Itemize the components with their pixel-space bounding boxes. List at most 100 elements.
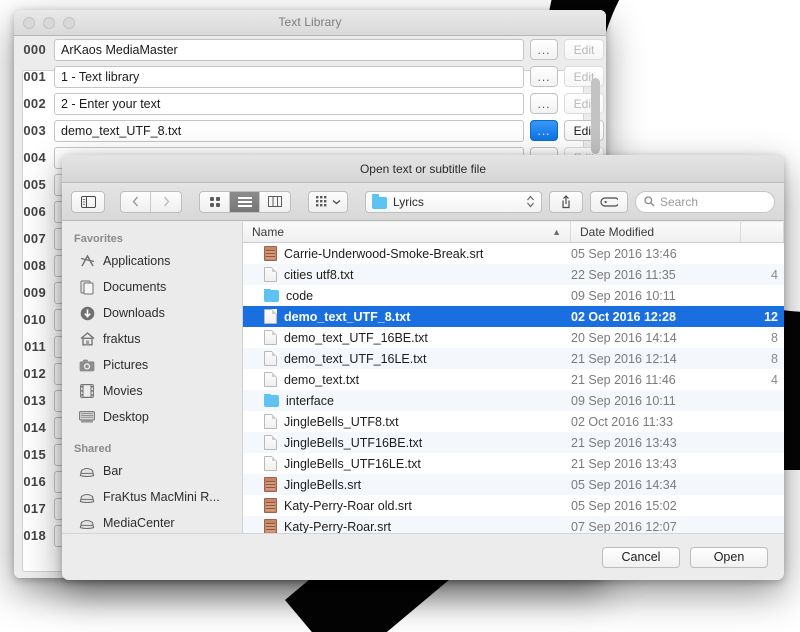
open-dialog-titlebar[interactable]: Open text or subtitle file xyxy=(62,155,784,183)
search-placeholder: Search xyxy=(660,194,699,209)
browse-button[interactable]: ... xyxy=(530,39,558,60)
row-index: 010 xyxy=(23,312,46,327)
sidebar-item-pictures[interactable]: Pictures xyxy=(62,352,242,378)
file-list-row[interactable]: demo_text_UTF_8.txt 02 Oct 2016 12:28 12 xyxy=(243,306,784,327)
file-date-cell: 20 Sep 2016 14:14 xyxy=(571,330,677,345)
file-date-cell: 21 Sep 2016 13:43 xyxy=(571,435,677,450)
file-date-cell: 05 Sep 2016 15:02 xyxy=(571,498,677,513)
cancel-button[interactable]: Cancel xyxy=(602,546,680,568)
sidebar-item-fraktus-macmini-r[interactable]: FraKtus MacMini R... xyxy=(62,484,242,510)
current-folder-label: Lyrics xyxy=(393,194,424,209)
sidebar-toggle-icon[interactable] xyxy=(71,190,105,213)
sidebar-item-label: Movies xyxy=(103,384,143,398)
row-text-input[interactable]: ArKaos MediaMaster xyxy=(54,38,524,61)
sidebar-item-label: Applications xyxy=(103,254,171,268)
column-header-name[interactable]: Name ▲ xyxy=(243,222,571,242)
chevron-right-icon[interactable] xyxy=(151,192,181,212)
sidebar-item-label: fraktus xyxy=(103,332,141,346)
tag-button[interactable] xyxy=(590,190,628,213)
file-list-row[interactable]: demo_text.txt 21 Sep 2016 11:46 4 xyxy=(243,369,784,390)
sidebar-item-documents[interactable]: Documents xyxy=(62,274,242,300)
srt-file-icon xyxy=(264,498,277,513)
sidebar-item-applications[interactable]: Applications xyxy=(62,248,242,274)
downloads-icon xyxy=(79,305,95,321)
text-library-title: Text Library xyxy=(278,15,342,29)
file-list-row[interactable]: Katy-Perry-Roar.srt 07 Sep 2016 12:07 xyxy=(243,516,784,533)
row-index: 005 xyxy=(23,177,46,192)
file-date-cell: 22 Sep 2016 11:35 xyxy=(571,267,676,282)
tag-icon xyxy=(600,196,618,207)
file-list-row[interactable]: JingleBells_UTF16LE.txt 21 Sep 2016 13:43 xyxy=(243,453,784,474)
navigation-buttons xyxy=(120,190,182,213)
folder-icon xyxy=(264,393,279,407)
file-list-row[interactable]: demo_text_UTF_16BE.txt 20 Sep 2016 14:14 8 xyxy=(243,327,784,348)
arrange-by-button[interactable] xyxy=(308,190,348,213)
server-icon xyxy=(79,463,95,479)
file-list-row[interactable]: cities utf8.txt 22 Sep 2016 11:35 4 xyxy=(243,264,784,285)
path-popup-button[interactable]: Lyrics xyxy=(365,190,542,213)
sidebar-item-fraktus[interactable]: fraktus xyxy=(62,326,242,352)
file-date-cell: 21 Sep 2016 12:14 xyxy=(571,351,677,366)
srt-file-icon xyxy=(264,519,277,533)
file-date-cell: 09 Sep 2016 10:11 xyxy=(571,288,676,303)
file-list-row[interactable]: code 09 Sep 2016 10:11 xyxy=(243,285,784,306)
chevron-left-icon[interactable] xyxy=(121,191,151,212)
file-name-label: Carrie-Underwood-Smoke-Break.srt xyxy=(284,246,484,261)
text-file-icon xyxy=(264,456,277,471)
text-library-row: 001 1 - Text library... Edit xyxy=(14,63,606,90)
file-list-row[interactable]: demo_text_UTF_16LE.txt 21 Sep 2016 12:14 8 xyxy=(243,348,784,369)
share-icon xyxy=(562,194,570,208)
row-index: 000 xyxy=(23,42,46,57)
folder-icon xyxy=(372,193,387,209)
list-view-icon[interactable] xyxy=(230,191,260,212)
file-list-row[interactable]: interface 09 Sep 2016 10:11 xyxy=(243,390,784,411)
row-text-input[interactable]: 2 - Enter your text xyxy=(54,92,524,115)
row-text-input[interactable]: 1 - Text library xyxy=(54,65,524,88)
file-list-row[interactable]: JingleBells_UTF8.txt 02 Oct 2016 11:33 xyxy=(243,411,784,432)
sidebar-item-label: MediaCenter xyxy=(103,516,175,530)
file-list-row[interactable]: Carrie-Underwood-Smoke-Break.srt 05 Sep 2… xyxy=(243,243,784,264)
share-button[interactable] xyxy=(549,190,583,213)
row-text-input[interactable]: demo_text_UTF_8.txt xyxy=(54,119,524,142)
sidebar-item-downloads[interactable]: Downloads xyxy=(62,300,242,326)
open-button[interactable]: Open xyxy=(690,546,768,568)
sidebar-item-movies[interactable]: Movies xyxy=(62,378,242,404)
sort-ascending-icon: ▲ xyxy=(552,227,561,237)
file-size-cell: 8 xyxy=(771,330,778,345)
text-library-titlebar[interactable]: Text Library xyxy=(14,10,606,36)
sidebar-item-label: Documents xyxy=(103,280,167,294)
column-header-size[interactable] xyxy=(741,222,784,242)
file-name-label: Katy-Perry-Roar old.srt xyxy=(284,498,412,513)
text-library-row: 002 2 - Enter your text... Edit xyxy=(14,90,606,117)
arrange-by-icon xyxy=(315,196,326,207)
row-index: 011 xyxy=(24,339,46,354)
home-icon xyxy=(79,331,95,347)
icon-view-icon[interactable] xyxy=(200,191,230,212)
search-icon xyxy=(644,196,655,207)
browse-button[interactable]: ... xyxy=(530,66,558,87)
edit-button[interactable]: Edit xyxy=(564,39,604,60)
file-list-row[interactable]: JingleBells.srt 05 Sep 2016 14:34 xyxy=(243,474,784,495)
column-view-icon[interactable] xyxy=(260,192,290,212)
file-list-row[interactable]: Katy-Perry-Roar old.srt 05 Sep 2016 15:02 xyxy=(243,495,784,516)
file-list: Name ▲ Date Modified Carrie-Underwood-Sm… xyxy=(243,222,784,533)
file-list-row[interactable]: JingleBells_UTF16BE.txt 21 Sep 2016 13:43 xyxy=(243,432,784,453)
column-header-date[interactable]: Date Modified xyxy=(571,222,741,242)
browse-button[interactable]: ... xyxy=(530,93,558,114)
sidebar-item-desktop[interactable]: Desktop xyxy=(62,404,242,430)
desktop-icon xyxy=(79,409,95,425)
open-dialog-toolbar: Lyrics Search xyxy=(62,183,784,221)
row-index: 007 xyxy=(23,231,46,246)
row-index: 006 xyxy=(23,204,46,219)
sidebar-item-mediacenter[interactable]: MediaCenter xyxy=(62,510,242,533)
row-index: 018 xyxy=(23,528,46,543)
browse-button[interactable]: ... xyxy=(530,120,558,141)
scrollbar-thumb[interactable] xyxy=(591,78,600,154)
sidebar-item-bar[interactable]: Bar xyxy=(62,458,242,484)
row-index: 009 xyxy=(23,285,46,300)
search-input[interactable]: Search xyxy=(635,190,775,213)
text-file-icon xyxy=(264,372,277,387)
open-file-dialog: Open text or subtitle file Lyrics Search… xyxy=(62,155,784,580)
file-name-cell: JingleBells_UTF8.txt xyxy=(243,414,571,429)
file-name-label: Katy-Perry-Roar.srt xyxy=(284,519,391,534)
